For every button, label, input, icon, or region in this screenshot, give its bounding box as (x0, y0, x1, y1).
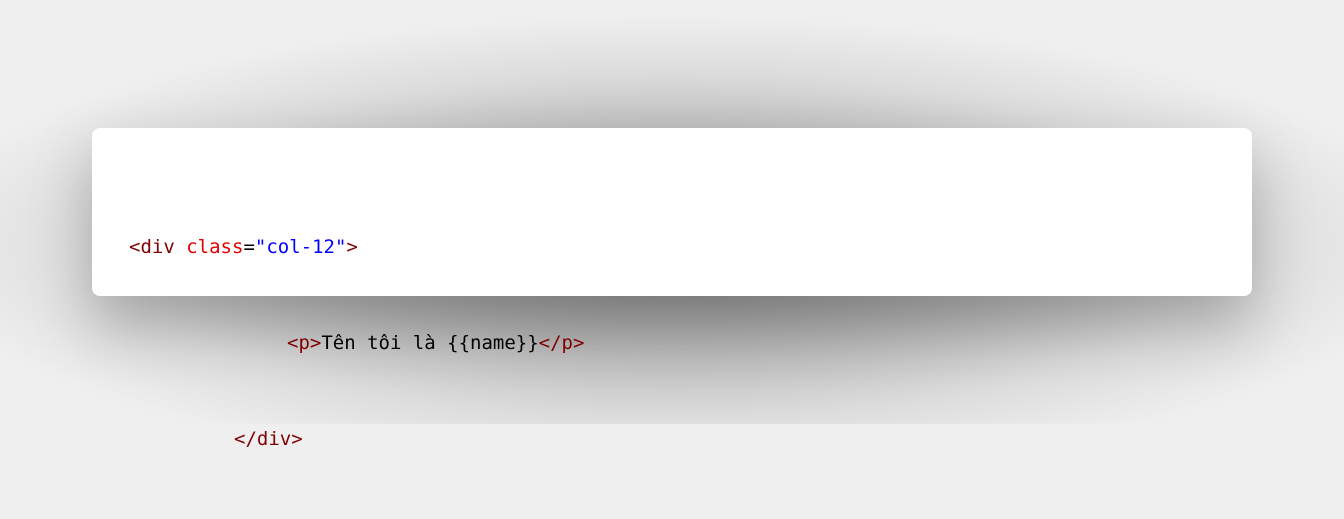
code-snippet-card: <div class="col-12"> <p>Tên tôi là {{nam… (92, 128, 1252, 450)
code-line-3: </div> (129, 423, 584, 455)
attribute-equals: = (243, 236, 255, 258)
tag-p-open: <p> (287, 332, 322, 354)
tag-p-close: </p> (538, 332, 585, 354)
attribute-value: "col-12" (254, 236, 347, 258)
attribute-name-class: class (186, 236, 244, 258)
tag-open-bracket: < (129, 236, 141, 258)
tag-close-bracket: > (346, 236, 358, 258)
paragraph-text: Tên tôi là {{name}} (321, 332, 539, 354)
code-line-1: <div class="col-12"> (129, 231, 584, 263)
code-block: <div class="col-12"> <p>Tên tôi là {{nam… (129, 167, 584, 519)
tag-name-div: div (140, 236, 175, 258)
code-line-2: <p>Tên tôi là {{name}}</p> (129, 327, 584, 359)
tag-div-close: </div> (234, 428, 303, 450)
